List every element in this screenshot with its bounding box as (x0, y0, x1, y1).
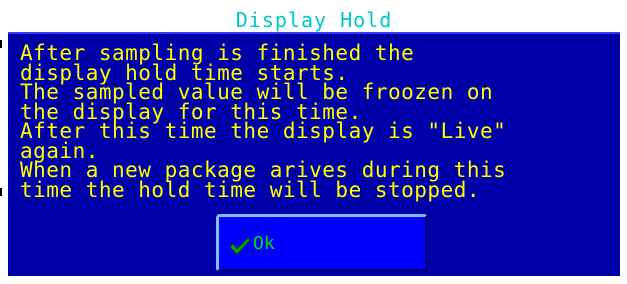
ok-button[interactable]: Ok (216, 214, 428, 272)
title-separator (8, 32, 620, 40)
message-line: time the hold time will be stopped. (20, 177, 481, 202)
screen: Display Hold After sampling is finished … (0, 0, 627, 284)
ok-button-label: Ok (253, 233, 275, 254)
message-line: After this time the display is "Live" (20, 119, 507, 143)
left-edge-mark (0, 188, 2, 196)
checkmark-icon (229, 237, 251, 255)
left-edge-mark (0, 40, 2, 48)
display-hold-dialog: Display Hold After sampling is finished … (8, 8, 620, 276)
dialog-message: After sampling is finished the display h… (20, 43, 612, 202)
dialog-title: Display Hold (8, 8, 620, 32)
